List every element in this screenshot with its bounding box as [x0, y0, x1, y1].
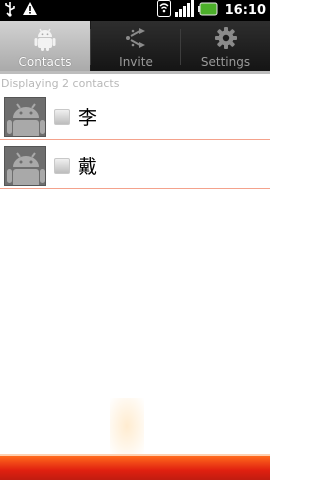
signal-icon — [174, 0, 194, 21]
wifi-icon — [156, 0, 171, 21]
gear-icon — [214, 26, 238, 52]
tab-label: Settings — [200, 55, 251, 69]
tab-invite[interactable]: Invite — [91, 21, 181, 72]
android-avatar-icon — [4, 97, 46, 137]
contact-name: 李 — [78, 107, 98, 129]
tab-contacts[interactable]: Contacts — [0, 21, 90, 72]
tab-bar-divider — [0, 71, 270, 74]
usb-icon — [4, 1, 16, 21]
tab-label: Invite — [119, 55, 153, 69]
status-clock: 16:10 — [224, 3, 266, 18]
bottom-edge-glow — [0, 456, 270, 480]
overscroll-glow — [110, 398, 144, 454]
presence-indicator — [54, 158, 70, 174]
list-item[interactable]: 李 — [0, 93, 270, 140]
share-icon — [122, 26, 150, 52]
warning-icon — [22, 1, 38, 20]
contact-name: 戴 — [78, 156, 98, 178]
tab-label: Contacts — [18, 55, 72, 69]
presence-indicator — [54, 109, 70, 125]
list-divider — [0, 139, 270, 140]
tab-settings[interactable]: Settings — [181, 21, 270, 72]
list-item[interactable]: 戴 — [0, 142, 270, 189]
list-divider — [0, 188, 270, 189]
android-icon — [32, 26, 58, 52]
contacts-count-label: Displaying 2 contacts — [1, 77, 120, 90]
status-bar: 16:10 — [0, 0, 270, 21]
tab-bar: Contacts Invite Settings — [0, 21, 270, 72]
android-avatar-icon — [4, 146, 46, 186]
battery-icon — [197, 1, 218, 20]
